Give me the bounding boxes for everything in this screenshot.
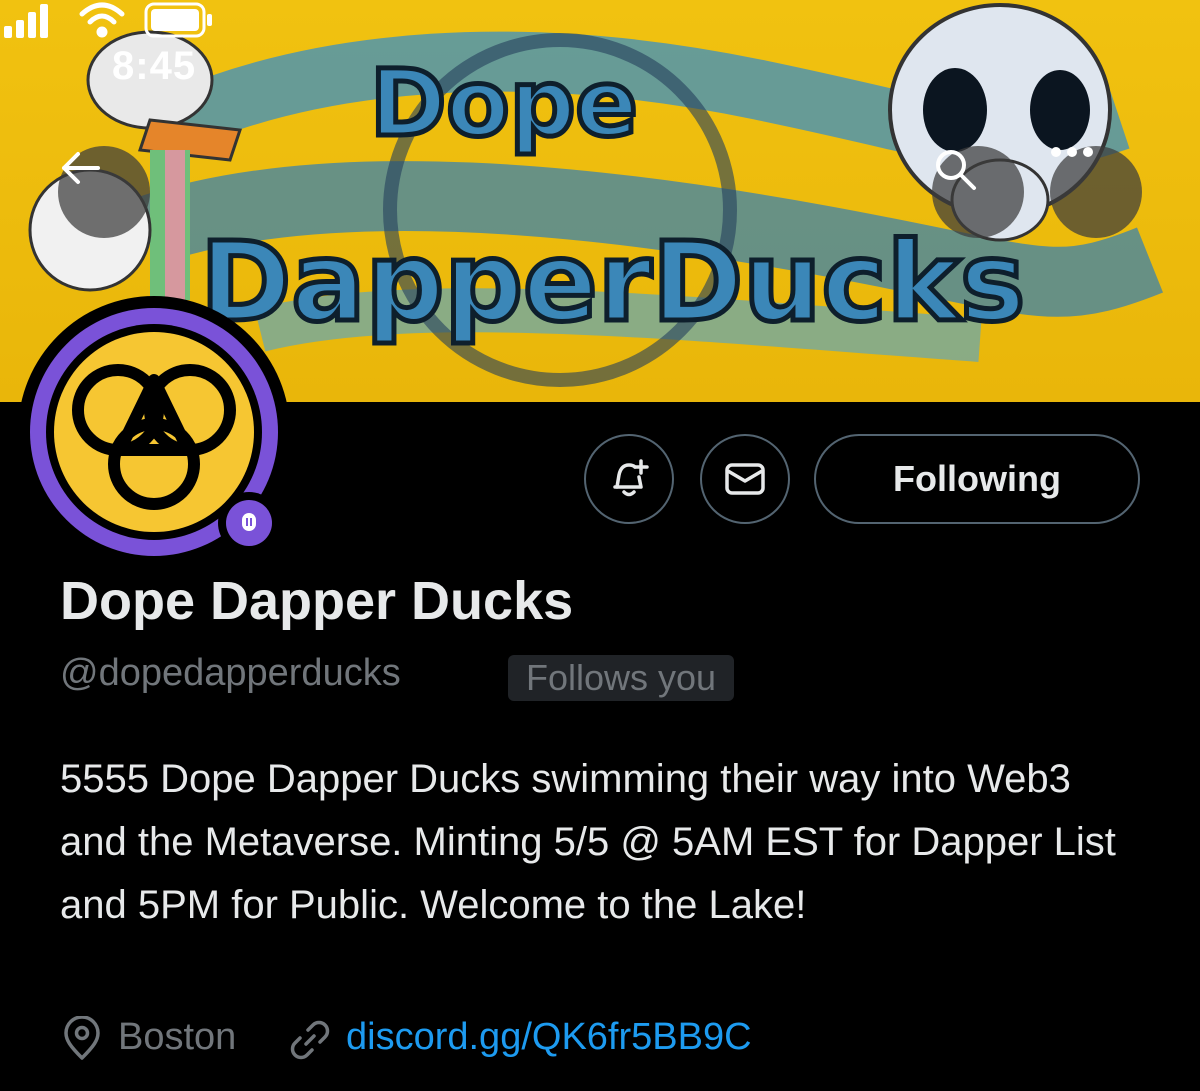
following-button[interactable]: Following [814,434,1140,524]
bell-plus-icon [613,459,649,497]
message-button[interactable] [700,434,790,524]
status-icons [4,2,212,38]
microphone-icon [242,513,256,531]
mail-icon [725,463,765,495]
more-button[interactable] [1050,146,1142,238]
wifi-icon [79,2,125,38]
search-button[interactable] [932,146,1024,238]
location-pin-icon [64,1016,100,1060]
signal-icon [4,4,48,38]
profile-link[interactable]: discord.gg/QK6fr5BB9C [346,1016,752,1059]
link-icon [290,1020,330,1060]
profile-bio: 5555 Dope Dapper Ducks swimming their wa… [60,757,1116,927]
back-button[interactable] [58,146,150,238]
notify-button[interactable] [584,434,674,524]
follows-you-badge: Follows you [508,655,735,701]
profile-location: Boston [118,1016,237,1058]
profile-handle: @dopedapperducks [60,652,401,694]
banner-dapperducks-text: DapperDucks [200,218,1025,346]
arrow-left-icon [62,152,100,184]
search-icon [936,150,976,190]
avatar-logo [72,364,236,510]
spaces-badge-dot [226,500,272,546]
profile-name: Dope Dapper Ducks [60,571,574,631]
profile-avatar[interactable] [18,296,290,568]
battery-icon [144,2,212,38]
more-horizontal-icon [1051,147,1093,157]
status-time: 8:45 [112,44,197,88]
banner-dope-text: Dope [370,50,638,157]
avatar-image [54,332,254,532]
spaces-badge[interactable] [218,492,280,554]
